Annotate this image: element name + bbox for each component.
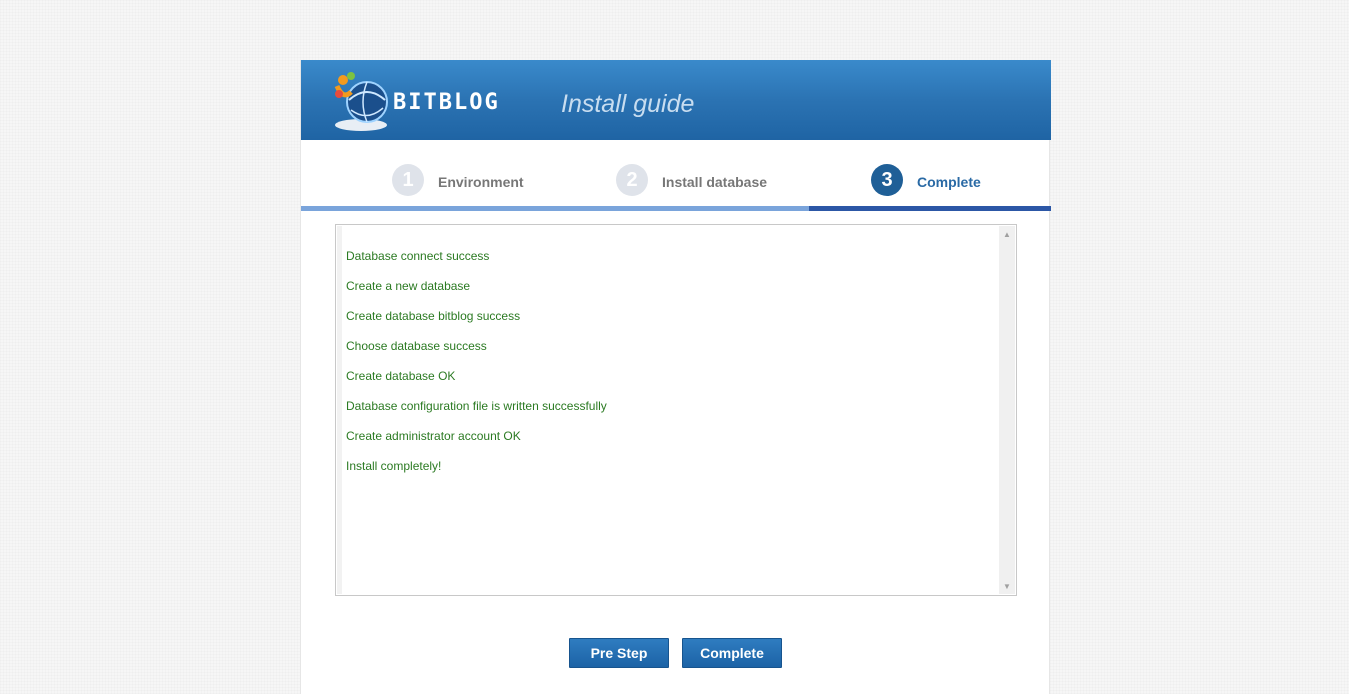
step-label: Complete: [917, 174, 981, 190]
log-line: Choose database success: [346, 339, 487, 353]
log-line: Create administrator account OK: [346, 429, 521, 443]
step-number: 1: [392, 164, 424, 196]
brand-name: BITBLOG: [393, 90, 500, 115]
log-line: Create database bitblog success: [346, 309, 521, 323]
step-number: 2: [616, 164, 648, 196]
install-log[interactable]: Database connect success Create a new da…: [335, 224, 1017, 596]
log-line: Create a new database: [346, 279, 471, 293]
globe-logo-icon: [334, 72, 388, 131]
step-number: 3: [871, 164, 903, 196]
step-label: Environment: [438, 174, 524, 190]
log-lines: Database connect success Create a new da…: [346, 247, 607, 487]
complete-button[interactable]: Complete: [682, 638, 782, 668]
header-banner: BITBLOG Install guide: [301, 60, 1051, 140]
pre-step-button[interactable]: Pre Step: [569, 638, 669, 668]
page-title: Install guide: [561, 90, 695, 118]
step-environment: 1 Environment: [392, 162, 524, 198]
log-line: Database configuration file is written s…: [346, 399, 607, 413]
step-install-database: 2 Install database: [616, 162, 767, 198]
step-indicator: 1 Environment 2 Install database 3 Compl…: [301, 140, 1051, 210]
step-complete: 3 Complete: [871, 162, 981, 198]
step-label: Install database: [662, 174, 768, 190]
log-scrollbar[interactable]: ▲ ▼: [999, 226, 1015, 594]
log-left-edge: [337, 226, 342, 594]
triangle-down-icon[interactable]: ▼: [999, 578, 1015, 594]
log-line: Create database OK: [346, 369, 456, 383]
step-progress-bar: [301, 206, 1051, 211]
step-progress-fill: [809, 206, 1051, 211]
log-line: Database connect success: [346, 249, 490, 263]
triangle-up-icon[interactable]: ▲: [999, 226, 1015, 242]
log-line: Install completely!: [346, 459, 442, 473]
install-panel: BITBLOG Install guide 1 Environment 2 In…: [300, 60, 1051, 694]
